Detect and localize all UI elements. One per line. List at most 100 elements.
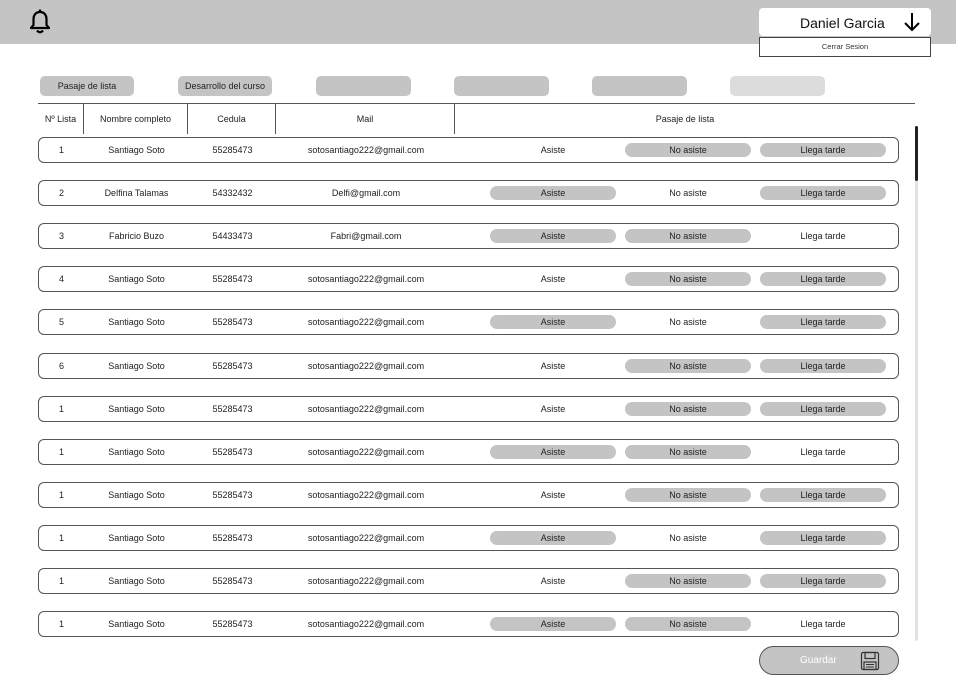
cell-cedula: 55285473 (212, 619, 253, 629)
table-row: 4 Santiago Soto 55285473 sotosantiago222@gm… (38, 266, 899, 292)
option-asiste[interactable]: Asiste (490, 315, 616, 329)
option-tarde[interactable]: Llega tarde (760, 445, 886, 459)
option-tarde[interactable]: Llega tarde (760, 359, 886, 373)
cell-mail: sotosantiago222@gmail.com (307, 490, 425, 500)
table-row: 1 Santiago Soto 55285473 sotosantiago222@gm… (38, 611, 899, 637)
scrollbar-track[interactable] (915, 126, 918, 641)
scrollbar-thumb[interactable] (915, 126, 918, 181)
option-asiste[interactable]: Asiste (490, 574, 616, 588)
table-row: 1 Santiago Soto 55285473 sotosantiago222@gm… (38, 482, 899, 508)
cell-num: 4 (58, 274, 64, 284)
option-asiste[interactable]: Asiste (490, 445, 616, 459)
save-button[interactable]: Guardar (759, 646, 899, 675)
header-attendance: Pasaje de lista (655, 114, 715, 124)
cell-mail: Fabri@gmail.com (330, 231, 402, 241)
option-asiste[interactable]: Asiste (490, 186, 616, 200)
option-tarde[interactable]: Llega tarde (760, 229, 886, 243)
option-tarde[interactable]: Llega tarde (760, 143, 886, 157)
cell-cedula: 55285473 (212, 361, 253, 371)
option-asiste[interactable]: Asiste (490, 531, 616, 545)
table-row: 6 Santiago Soto 55285473 sotosantiago222@gm… (38, 353, 899, 379)
tab-pasaje-de-lista[interactable]: Pasaje de lista (40, 76, 134, 96)
option-tarde[interactable]: Llega tarde (760, 488, 886, 502)
option-asiste[interactable]: Asiste (490, 229, 616, 243)
option-no-asiste[interactable]: No asiste (625, 186, 751, 200)
header-name: Nombre completo (99, 114, 172, 124)
cell-name: Santiago Soto (108, 361, 165, 371)
tab-empty-5[interactable] (592, 76, 687, 96)
cell-cedula: 55285473 (212, 404, 253, 414)
cell-num: 3 (58, 231, 64, 241)
arrow-down-icon[interactable] (902, 11, 922, 33)
option-asiste[interactable]: Asiste (490, 272, 616, 286)
header-cedula: Cedula (217, 114, 246, 124)
option-no-asiste[interactable]: No asiste (625, 617, 751, 631)
option-no-asiste[interactable]: No asiste (625, 143, 751, 157)
cell-num: 1 (58, 404, 64, 414)
cell-name: Santiago Soto (108, 274, 165, 284)
cell-name: Fabricio Buzo (108, 231, 165, 241)
cell-num: 1 (58, 447, 64, 457)
cell-mail: Delfi@gmail.com (331, 188, 401, 198)
tab-empty-3[interactable] (316, 76, 411, 96)
cell-mail: sotosantiago222@gmail.com (307, 274, 425, 284)
user-name: Daniel Garcia (800, 15, 885, 31)
cell-name: Santiago Soto (108, 145, 165, 155)
cell-name: Delfina Talamas (104, 188, 169, 198)
cell-num: 6 (58, 361, 64, 371)
cell-cedula: 55285473 (212, 490, 253, 500)
option-no-asiste[interactable]: No asiste (625, 574, 751, 588)
cell-name: Santiago Soto (108, 490, 165, 500)
option-tarde[interactable]: Llega tarde (760, 531, 886, 545)
table-row: 5 Santiago Soto 55285473 sotosantiago222@gm… (38, 309, 899, 335)
option-asiste[interactable]: Asiste (490, 402, 616, 416)
cell-mail: sotosantiago222@gmail.com (307, 361, 425, 371)
user-menu[interactable]: Daniel Garcia (759, 8, 931, 36)
option-tarde[interactable]: Llega tarde (760, 272, 886, 286)
option-no-asiste[interactable]: No asiste (625, 445, 751, 459)
table-row: 1 Santiago Soto 55285473 sotosantiago222@gm… (38, 396, 899, 422)
option-no-asiste[interactable]: No asiste (625, 272, 751, 286)
tab-empty-6[interactable] (730, 76, 825, 96)
option-tarde[interactable]: Llega tarde (760, 315, 886, 329)
option-no-asiste[interactable]: No asiste (625, 315, 751, 329)
option-no-asiste[interactable]: No asiste (625, 359, 751, 373)
option-no-asiste[interactable]: No asiste (625, 402, 751, 416)
cell-cedula: 55285473 (212, 576, 253, 586)
cell-cedula: 55285473 (212, 533, 253, 543)
table-row: 3 Fabricio Buzo 54433473 Fabri@gmail.com Asi… (38, 223, 899, 249)
cell-name: Santiago Soto (108, 404, 165, 414)
cell-mail: sotosantiago222@gmail.com (307, 447, 425, 457)
option-asiste[interactable]: Asiste (490, 143, 616, 157)
cell-mail: sotosantiago222@gmail.com (307, 576, 425, 586)
header-num: Nº Lista (44, 114, 77, 124)
logout-button[interactable]: Cerrar Sesion (759, 37, 931, 57)
tab-empty-4[interactable] (454, 76, 549, 96)
cell-cedula: 54332432 (212, 188, 253, 198)
option-no-asiste[interactable]: No asiste (625, 229, 751, 243)
table-row: 1 Santiago Soto 55285473 sotosantiago222@gm… (38, 568, 899, 594)
option-tarde[interactable]: Llega tarde (760, 402, 886, 416)
table-row: 1 Santiago Soto 55285473 sotosantiago222@gm… (38, 137, 899, 163)
option-tarde[interactable]: Llega tarde (760, 186, 886, 200)
tab-desarrollo-del-curso[interactable]: Desarrollo del curso (178, 76, 272, 96)
option-tarde[interactable]: Llega tarde (760, 617, 886, 631)
option-asiste[interactable]: Asiste (490, 488, 616, 502)
cell-cedula: 55285473 (212, 274, 253, 284)
header-mail: Mail (356, 114, 374, 124)
floppy-disk-icon (860, 651, 880, 671)
save-label: Guardar (800, 655, 837, 666)
cell-name: Santiago Soto (108, 447, 165, 457)
table-row: 1 Santiago Soto 55285473 sotosantiago222@gm… (38, 439, 899, 465)
option-no-asiste[interactable]: No asiste (625, 531, 751, 545)
option-asiste[interactable]: Asiste (490, 617, 616, 631)
option-tarde[interactable]: Llega tarde (760, 574, 886, 588)
option-asiste[interactable]: Asiste (490, 359, 616, 373)
cell-mail: sotosantiago222@gmail.com (307, 317, 425, 327)
cell-name: Santiago Soto (108, 576, 165, 586)
cell-num: 1 (58, 145, 64, 155)
bell-icon[interactable] (26, 8, 54, 36)
cell-mail: sotosantiago222@gmail.com (307, 404, 425, 414)
cell-name: Santiago Soto (108, 317, 165, 327)
option-no-asiste[interactable]: No asiste (625, 488, 751, 502)
